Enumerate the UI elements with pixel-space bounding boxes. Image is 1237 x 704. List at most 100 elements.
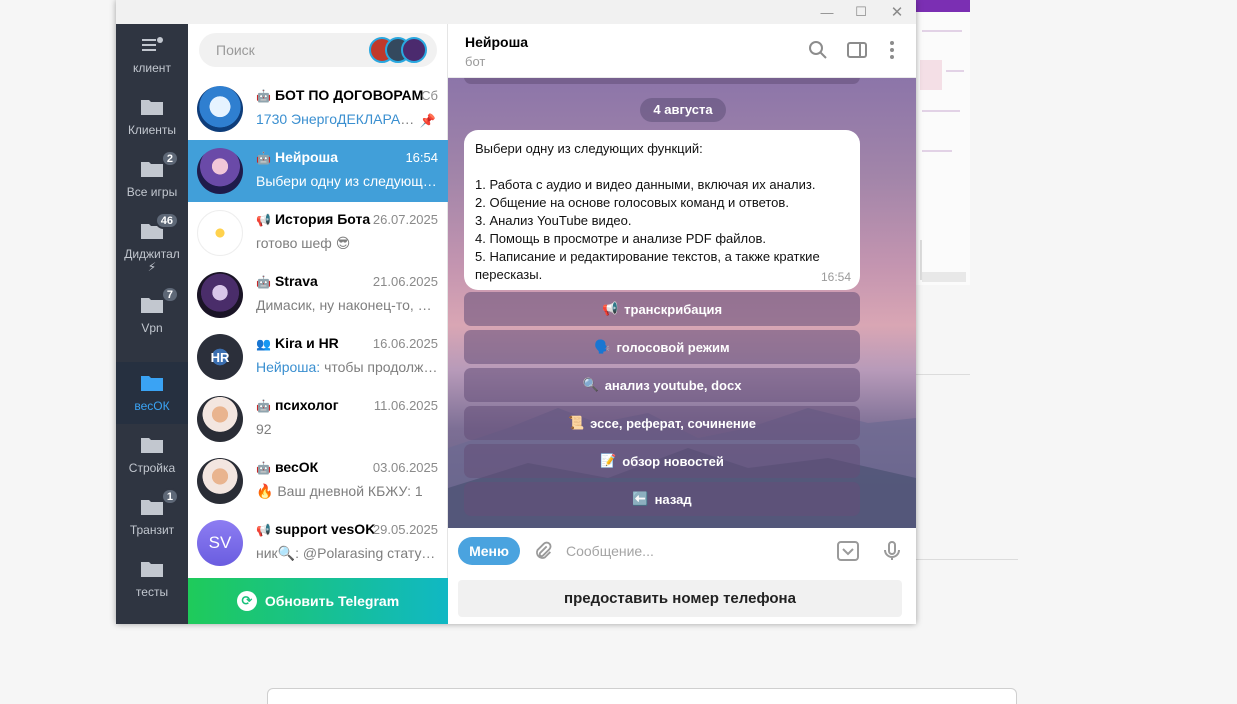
folder-label: Vpn bbox=[141, 321, 163, 335]
close-icon[interactable]: ✕ bbox=[880, 0, 914, 24]
chat-name: БОТ ПО ДОГОВОРАМ bbox=[274, 87, 424, 103]
more-vertical-icon[interactable] bbox=[880, 38, 904, 62]
chat-item-psiholog[interactable]: 🤖 психолог 11.06.2025 92 bbox=[188, 388, 448, 450]
chat-item-bot-dogovor[interactable]: 🤖 БОТ ПО ДОГОВОРАМ Сб 1730 ЭнергоДЕКЛАРАЦ… bbox=[188, 78, 448, 140]
chat-item-support-vesok[interactable]: SV 📢 support vesOK 29.05.2025 ник🔍: @Pola… bbox=[188, 512, 448, 574]
keyboard-toggle-icon[interactable] bbox=[836, 539, 860, 563]
search-placeholder: Поиск bbox=[216, 42, 255, 58]
folder-label: Диджитал ⚡ bbox=[124, 247, 180, 274]
chat-title: 🤖 весОК bbox=[256, 459, 318, 475]
chat-name: support vesOK bbox=[274, 521, 376, 537]
chat-item-kira-hr[interactable]: HR 👥 Kira и HR 16.06.2025 Нейроша: чтобы … bbox=[188, 326, 448, 388]
folder-vesok[interactable]: весОК bbox=[116, 362, 188, 424]
refresh-icon: ⟳ bbox=[236, 591, 257, 611]
conversation-header[interactable]: Нейроша бот bbox=[448, 24, 916, 78]
unread-badge: 2 bbox=[160, 150, 179, 167]
maximize-icon[interactable]: ☐ bbox=[844, 0, 878, 24]
folder-clients[interactable]: Клиенты bbox=[116, 86, 188, 148]
chat-item-strava[interactable]: 🤖 Strava 21.06.2025 Димасик, ну наконец-т… bbox=[188, 264, 448, 326]
chat-date: 29.05.2025 bbox=[372, 522, 438, 537]
chat-preview: Димасик, ну наконец-то, хорошо bbox=[256, 297, 438, 313]
back-arrow-icon: ⬅️ bbox=[632, 491, 649, 506]
search-icon[interactable] bbox=[806, 38, 830, 62]
search-input[interactable]: Поиск bbox=[199, 33, 437, 67]
folder-digital[interactable]: 46 Диджитал ⚡ bbox=[116, 210, 188, 274]
background-divider bbox=[916, 559, 1018, 560]
sidebar-toggle-icon[interactable] bbox=[845, 38, 869, 62]
bot-icon: 🤖 bbox=[256, 151, 271, 165]
chat-preview: 92 bbox=[256, 421, 272, 437]
keyboard-button-news[interactable]: 📝 обзор новостей bbox=[464, 444, 860, 478]
message-line: 4. Помощь в просмотре и анализе PDF файл… bbox=[475, 231, 766, 246]
keyboard-label: эссе, реферат, сочинение bbox=[590, 415, 757, 431]
story-avatar[interactable] bbox=[401, 37, 427, 63]
speaking-head-icon: 🗣️ bbox=[594, 339, 611, 354]
folder-icon: 2 bbox=[139, 150, 179, 180]
folder-stroyka[interactable]: Стройка bbox=[116, 424, 188, 486]
unread-badge: 1 bbox=[160, 488, 179, 505]
group-icon: 👥 bbox=[256, 337, 271, 351]
folder-icon bbox=[139, 96, 165, 118]
folder-client[interactable]: клиент bbox=[116, 24, 188, 86]
chat-background: 4 августа Выбери одну из следующих функц… bbox=[448, 78, 916, 528]
folder-all-games[interactable]: 2 Все игры bbox=[116, 148, 188, 210]
folder-icon bbox=[139, 372, 165, 394]
paperclip-icon[interactable] bbox=[532, 540, 554, 568]
message-bubble[interactable]: Выбери одну из следующих функций: 1. Раб… bbox=[464, 130, 860, 290]
message-line: Выбери одну из следующих функций: bbox=[475, 141, 703, 156]
folder-vpn[interactable]: 7 Vpn bbox=[116, 284, 188, 346]
folder-label: Все игры bbox=[126, 185, 178, 199]
chat-preview: 1730 ЭнергоДЕКЛАРАЦИЯ bbox=[256, 111, 416, 127]
stories-avatars[interactable] bbox=[369, 37, 431, 63]
update-label: Обновить Telegram bbox=[264, 593, 400, 609]
chat-preview-text: 1730 ЭнергоДЕКЛАРАЦИЯ bbox=[256, 111, 416, 127]
conversation-title: Нейроша bbox=[465, 34, 529, 50]
chat-preview: Выбери одну из следующих функций: bbox=[256, 173, 438, 189]
keyboard-label: обзор новостей bbox=[622, 453, 724, 469]
background-divider bbox=[916, 374, 970, 375]
chat-item-istoriya-bota[interactable]: 📢 История Бота 26.07.2025 готово шеф 😎 bbox=[188, 202, 448, 264]
pin-icon: 📌 bbox=[419, 113, 436, 128]
chat-date: Сб bbox=[421, 88, 438, 103]
folder-tranzit[interactable]: 1 Транзит bbox=[116, 486, 188, 548]
message-input[interactable] bbox=[566, 540, 816, 562]
background-input-field[interactable] bbox=[267, 688, 1017, 704]
keyboard-button-essay[interactable]: 📜 эссе, реферат, сочинение bbox=[464, 406, 860, 440]
reply-keyboard: предоставить номер телефона bbox=[448, 574, 916, 624]
keyboard-button-back[interactable]: ⬅️ назад bbox=[464, 482, 860, 516]
chat-title: 👥 Kira и HR bbox=[256, 335, 339, 351]
keyboard-label: транскрибация bbox=[624, 301, 723, 317]
minimize-icon[interactable]: — bbox=[810, 0, 844, 24]
folder-icon: 46 bbox=[139, 212, 179, 242]
folder-tests[interactable]: тесты bbox=[116, 548, 188, 610]
folder-icon bbox=[139, 558, 165, 580]
chat-preview-text: чтобы продолжить bbox=[320, 359, 438, 375]
keyboard-label: анализ youtube, docx bbox=[604, 377, 742, 393]
conversation-panel: Нейроша бот 4 августа Выбери одну из сле… bbox=[448, 24, 916, 624]
chat-sender: Нейроша: bbox=[256, 359, 321, 375]
channel-icon: 📢 bbox=[256, 523, 271, 537]
chat-date: 11.06.2025 bbox=[373, 398, 438, 413]
message-line: 3. Анализ YouTube видео. bbox=[475, 213, 632, 228]
update-telegram-button[interactable]: ⟳ Обновить Telegram bbox=[188, 578, 448, 624]
chat-title: 🤖 психолог bbox=[256, 397, 339, 413]
folder-icon: 7 bbox=[139, 286, 179, 316]
keyboard-button-voice-mode[interactable]: 🗣️ голосовой режим bbox=[464, 330, 860, 364]
telegram-window: — ☐ ✕ клиент Клиенты 2 Все игры 46 Диджи… bbox=[116, 0, 916, 624]
share-phone-button[interactable]: предоставить номер телефона bbox=[458, 580, 902, 617]
message-line: пересказы. bbox=[475, 267, 543, 282]
microphone-icon[interactable] bbox=[880, 539, 904, 563]
previous-keyboard-row bbox=[464, 78, 860, 84]
chat-item-neyrosha[interactable]: 🤖 Нейроша 16:54 Выбери одну из следующих … bbox=[188, 140, 448, 202]
folder-label: Клиенты bbox=[127, 123, 177, 137]
keyboard-button-youtube-docx[interactable]: 🔍 анализ youtube, docx bbox=[464, 368, 860, 402]
chat-date: 03.06.2025 bbox=[372, 460, 438, 475]
chat-title: 📢 support vesOK bbox=[256, 521, 375, 537]
keyboard-button-transcription[interactable]: 📢 транскрибация bbox=[464, 292, 860, 326]
chat-item-vesok[interactable]: 🤖 весОК 03.06.2025 🔥 Ваш дневной КБЖУ: 1 bbox=[188, 450, 448, 512]
unread-badge: 7 bbox=[160, 286, 179, 303]
message-line: 5. Написание и редактирование текстов, а… bbox=[475, 249, 820, 264]
bot-menu-button[interactable]: Меню bbox=[458, 537, 520, 565]
folder-label: тесты bbox=[135, 585, 169, 599]
unread-badge: 46 bbox=[154, 212, 179, 229]
